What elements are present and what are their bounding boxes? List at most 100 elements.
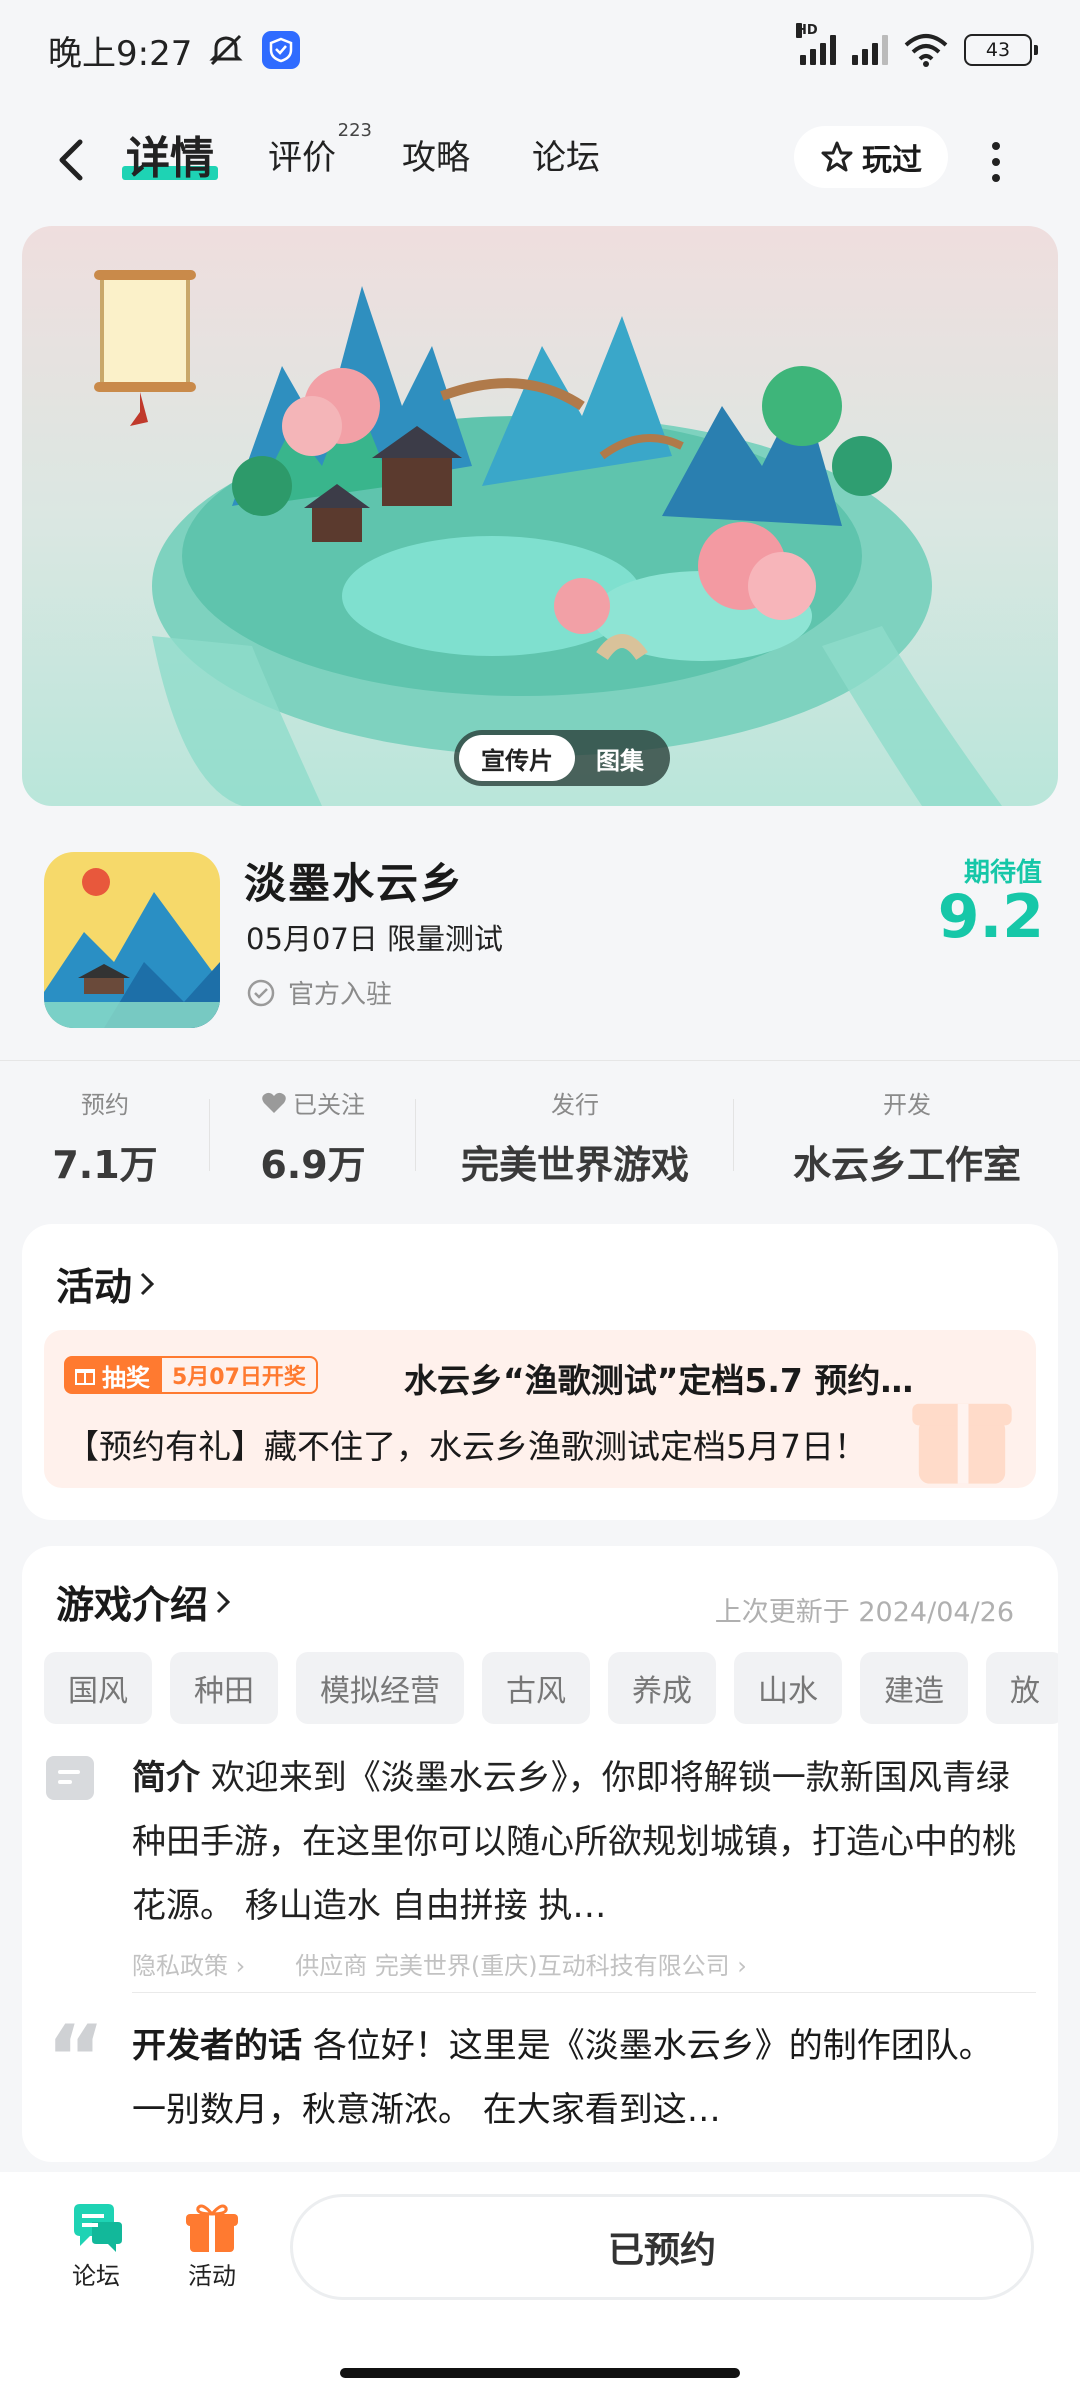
tab-reviews-label: 评价: [268, 138, 336, 178]
tag-chip[interactable]: 国风: [44, 1652, 152, 1724]
played-label: 玩过: [862, 143, 922, 178]
activity-card: 活动 抽奖 5月07日开奖 水云乡“渔歌测试”定档5.7 预约… 【预约有礼】藏…: [22, 1224, 1058, 1520]
intro-card: 游戏介绍 上次更新于 2024/04/26 国风 种田 模拟经营 古风 养成 山…: [22, 1546, 1058, 2162]
activity-label: 活动: [188, 2262, 236, 2290]
game-scenery-illustration: [94, 270, 1002, 806]
draw-date-tag: 5月07日开奖: [160, 1356, 318, 1394]
privacy-label: 隐私政策: [132, 1952, 228, 1980]
gallery-tab[interactable]: 图集: [575, 735, 665, 781]
tab-guides[interactable]: 攻略: [402, 130, 470, 179]
lottery-label: 抽奖: [102, 1363, 150, 1392]
stat-reservations: 预约 7.1万: [0, 1061, 210, 1220]
game-header: 淡墨水云乡 05月07日 限量测试 官方入驻 期待值 9.2: [0, 832, 1080, 1052]
verified-check-icon: [247, 979, 275, 1006]
summary-body: 欢迎来到《淡墨水云乡》，你即将解锁一款新国风青绿种田手游，在这里你可以随心所欲规…: [132, 1758, 1016, 1926]
supplier-link[interactable]: 供应商 完美世界(重庆)互动科技有限公司 ›: [295, 1946, 747, 1981]
mute-icon: [209, 34, 243, 66]
stat-value: 水云乡工作室: [792, 1143, 1021, 1187]
intro-header[interactable]: 游戏介绍: [56, 1574, 231, 1629]
stat-value: 6.9万: [260, 1143, 366, 1187]
chevron-right-icon: [216, 1590, 231, 1613]
lottery-tag: 抽奖 5月07日开奖: [64, 1356, 318, 1394]
gift-watermark-icon: [912, 1403, 1012, 1484]
star-icon: [821, 141, 853, 172]
privacy-link[interactable]: 隐私政策 ›: [132, 1946, 245, 1981]
tab-details-label: 详情: [126, 133, 214, 184]
official-badge: 官方入驻: [246, 974, 392, 1011]
bottom-bar: 论坛 活动 已预约: [0, 2172, 1080, 2400]
supplier-label: 供应商 完美世界(重庆)互动科技有限公司: [295, 1952, 730, 1980]
tab-details[interactable]: 详情: [122, 122, 218, 186]
forum-icon: [74, 2204, 122, 2252]
activity-header[interactable]: 活动: [56, 1256, 155, 1311]
developer-note-label: 开发者的话: [132, 2026, 302, 2066]
activity-title: 活动: [56, 1265, 133, 1309]
official-label: 官方入驻: [288, 980, 393, 1010]
stat-label: 预约: [81, 1091, 129, 1119]
forum-label: 论坛: [72, 2262, 120, 2290]
intro-title: 游戏介绍: [56, 1583, 209, 1627]
status-bar: 晚上9:27 HD 43: [0, 0, 1080, 100]
tab-forum[interactable]: 论坛: [532, 130, 600, 179]
stat-value: 7.1万: [52, 1143, 158, 1187]
tab-guides-label: 攻略: [402, 138, 470, 178]
developer-note[interactable]: 开发者的话 各位好！这里是《淡墨水云乡》的制作团队。 一别数月，秋意渐浓。 在大…: [132, 2014, 1032, 2142]
stat-label: 开发: [883, 1091, 931, 1119]
stat-label: 已关注: [293, 1091, 365, 1119]
bottom-activity-button[interactable]: 活动: [172, 2200, 252, 2291]
network-type: HD: [796, 23, 818, 38]
summary-label: 简介: [132, 1758, 200, 1798]
expectation-score: 9.2: [937, 882, 1044, 952]
tag-list: 国风 种田 模拟经营 古风 养成 山水 建造 放: [44, 1652, 1058, 1726]
stat-followers[interactable]: 已关注 6.9万: [210, 1061, 416, 1220]
trailer-tab[interactable]: 宣传片: [459, 735, 575, 781]
battery-level: 43: [985, 39, 1011, 61]
home-indicator[interactable]: [340, 2368, 740, 2378]
summary-icon: [46, 1756, 94, 1800]
gift-icon: [186, 2204, 238, 2252]
activity-item[interactable]: 抽奖 5月07日开奖 水云乡“渔歌测试”定档5.7 预约… 【预约有礼】藏不住了…: [44, 1330, 1036, 1488]
game-title: 淡墨水云乡: [244, 859, 465, 908]
tab-reviews[interactable]: 评价 223: [268, 120, 372, 179]
battery-icon: 43: [964, 34, 1038, 66]
stat-label-wrap: 已关注: [261, 1085, 365, 1120]
wifi-icon: [904, 34, 948, 67]
played-button[interactable]: 玩过: [794, 126, 948, 188]
heart-icon: [262, 1092, 286, 1113]
stat-label: 发行: [551, 1091, 599, 1119]
quote-icon: “: [46, 2006, 106, 2111]
activity-subline: 【预约有礼】藏不住了，水云乡渔歌测试定档5月7日！: [66, 1427, 867, 1466]
back-arrow-icon[interactable]: [50, 134, 96, 186]
tag-chip[interactable]: 放: [986, 1652, 1058, 1724]
tag-chip[interactable]: 养成: [608, 1652, 716, 1724]
divider: [132, 1992, 1036, 1993]
signal-icon: HD: [796, 23, 836, 65]
reserved-button[interactable]: 已预约: [290, 2194, 1034, 2300]
lottery-tag-main: 抽奖: [64, 1356, 160, 1394]
last-updated: 上次更新于 2024/04/26: [714, 1597, 1014, 1628]
stat-value: 完美世界游戏: [460, 1143, 689, 1187]
media-toggle: 宣传片 图集: [454, 730, 670, 786]
tag-chip[interactable]: 种田: [170, 1652, 278, 1724]
tag-chip[interactable]: 山水: [734, 1652, 842, 1724]
test-date: 05月07日 限量测试: [246, 922, 504, 956]
tab-forum-label: 论坛: [532, 138, 600, 178]
more-options-icon[interactable]: [986, 142, 1006, 182]
tag-chip[interactable]: 建造: [860, 1652, 968, 1724]
bottom-forum-button[interactable]: 论坛: [56, 2200, 136, 2291]
review-count-badge: 223: [337, 120, 372, 141]
promo-media[interactable]: 宣传片 图集: [22, 226, 1058, 806]
vpn-shield-icon: [262, 31, 301, 69]
signal-icon-2: [852, 35, 888, 65]
stat-publisher[interactable]: 发行 完美世界游戏: [416, 1061, 734, 1220]
summary-text[interactable]: 简介 欢迎来到《淡墨水云乡》，你即将解锁一款新国风青绿种田手游，在这里你可以随心…: [132, 1746, 1032, 1938]
chevron-right-icon: [140, 1272, 155, 1295]
status-time: 晚上9:27: [48, 33, 193, 74]
tag-chip[interactable]: 模拟经营: [296, 1652, 464, 1724]
stats-row: 预约 7.1万 已关注 6.9万 发行 完美世界游戏 开发 水云乡工作室: [0, 1060, 1080, 1220]
stat-developer[interactable]: 开发 水云乡工作室: [734, 1061, 1080, 1220]
tag-chip[interactable]: 古风: [482, 1652, 590, 1724]
top-nav: 详情 评价 223 攻略 论坛 玩过: [0, 112, 1080, 208]
legal-links: 隐私政策 › 供应商 完美世界(重庆)互动科技有限公司 ›: [132, 1946, 747, 1981]
gift-icon: [75, 1369, 95, 1385]
